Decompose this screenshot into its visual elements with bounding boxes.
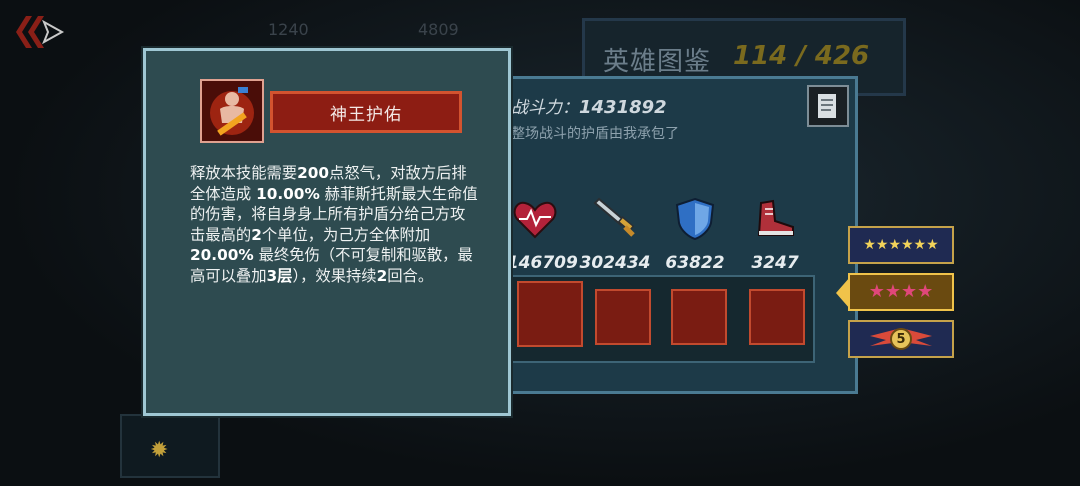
shoe-icon: [757, 199, 794, 236]
desc-turns: 2: [376, 266, 388, 285]
hero-info-panel: 战斗力：1431892 整场战斗的护盾由我承包了 1146709 302434 …: [495, 76, 858, 394]
currency-value-1: 1240: [268, 20, 309, 39]
desc-damage: 10.00%: [256, 184, 320, 203]
stat-attack: 302434: [575, 197, 655, 273]
skill-detail-popup: 神王护佑 释放本技能需要200点怒气，对敌方后排全体造成 10.00% 赫菲斯托…: [143, 48, 511, 416]
sword-icon: [593, 197, 635, 237]
skill-slot-3[interactable]: [671, 289, 727, 345]
sun-icon: ✹: [150, 438, 169, 463]
bottom-tab[interactable]: [120, 414, 220, 478]
combat-power: 战斗力：1431892: [511, 93, 667, 118]
stat-speed: 3247: [735, 197, 815, 273]
star-tier-4-stars: ★★★★: [868, 281, 934, 302]
stat-defense: 63822: [655, 197, 735, 273]
skill-description: 释放本技能需要200点怒气，对敌方后排全体造成 10.00% 赫菲斯托斯最大生命…: [190, 163, 480, 286]
skill-slot-2[interactable]: [595, 289, 651, 345]
stat-attack-value: 302434: [579, 253, 651, 273]
stat-defense-value: 63822: [665, 253, 725, 273]
combat-power-label: 战斗力：: [511, 98, 579, 118]
desc-text: 个单位，为己方全体附加: [261, 225, 431, 244]
heart-icon: [513, 201, 557, 239]
star-tier-6-stars: ★★★★★★: [863, 237, 939, 253]
scroll-icon: [818, 94, 836, 118]
rank-level: 5: [896, 331, 906, 347]
skill-icon: [200, 79, 264, 143]
desc-rage: 200: [297, 164, 330, 182]
desc-text: 回合。: [387, 266, 434, 285]
star-tier-6-button[interactable]: ★★★★★★: [848, 226, 954, 264]
desc-targets: 2: [251, 225, 262, 244]
back-button[interactable]: [12, 12, 68, 52]
skill-row: [507, 275, 815, 363]
rank-button[interactable]: 5: [848, 320, 954, 358]
hero-portrait-icon: [202, 81, 262, 141]
collection-count: 114 / 426: [733, 41, 870, 71]
skill-slot-4[interactable]: [749, 289, 805, 345]
double-chevron-left-icon: [16, 16, 65, 48]
scroll-button[interactable]: [807, 85, 849, 127]
skill-slot-1[interactable]: [517, 281, 583, 347]
combat-power-value: 1431892: [579, 97, 667, 118]
shield-icon: [675, 197, 715, 241]
desc-stacks: 3层: [266, 266, 293, 285]
stat-speed-value: 3247: [751, 253, 799, 273]
desc-text: ），效果持续: [292, 266, 377, 285]
star-tier-4-button[interactable]: ★★★★: [848, 273, 954, 311]
desc-text: 释放本技能需要: [190, 164, 298, 182]
currency-value-2: 4809: [418, 20, 459, 39]
hero-quote: 整场战斗的护盾由我承包了: [511, 126, 679, 142]
collection-label: 英雄图鉴: [603, 47, 712, 77]
desc-reduction: 20.00%: [190, 246, 254, 264]
skill-name: 神王护佑: [270, 91, 462, 133]
